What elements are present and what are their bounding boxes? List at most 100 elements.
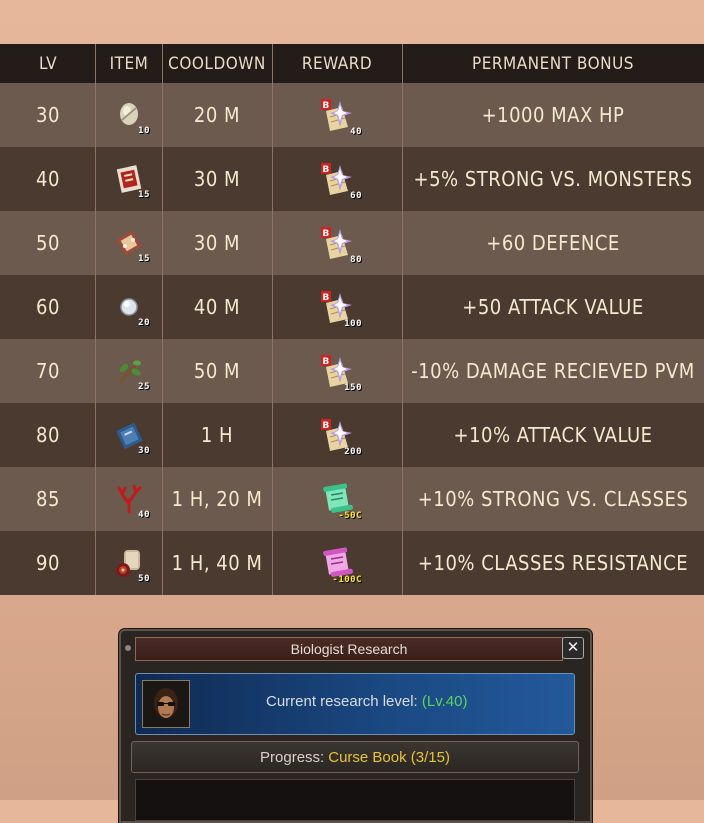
- item-cell: 10: [96, 83, 162, 147]
- svg-text:B: B: [322, 101, 329, 111]
- research-level-value: (Lv.40): [421, 693, 468, 710]
- reward-cell: -100C: [272, 531, 402, 595]
- rivet-icon: [125, 645, 131, 651]
- blue-book-icon[interactable]: 30: [112, 418, 150, 456]
- research-lower-panel: [135, 779, 575, 821]
- reward-cell: B 100: [272, 275, 402, 339]
- table-row: 90 50 1 H, 40 M -100C +10% CLASSES RESISTANC…: [0, 531, 704, 595]
- reward-cell: B 80: [272, 211, 402, 275]
- level-cell: 90: [36, 551, 60, 575]
- research-label: Current research level:: [266, 693, 418, 710]
- column-divider: [95, 44, 96, 595]
- green-scroll-icon[interactable]: -50C: [320, 481, 362, 521]
- item-quantity: 10: [138, 126, 150, 136]
- item-cell: 30: [96, 403, 162, 467]
- curse-book-icon[interactable]: 15: [112, 162, 150, 200]
- svg-text:B: B: [322, 293, 329, 303]
- reward-quantity: 80: [350, 255, 362, 265]
- avatar: [142, 680, 190, 728]
- window-title: Biologist Research: [135, 637, 563, 661]
- level-cell: 30: [36, 103, 60, 127]
- bonus-cell: -10% DAMAGE RECIEVED PVM: [411, 359, 695, 383]
- reward-quantity: 150: [344, 383, 362, 393]
- reward-quantity: -50C: [338, 511, 362, 521]
- cooldown-cell: 50 M: [193, 359, 241, 383]
- column-divider: [272, 44, 273, 595]
- level-cell: 60: [36, 295, 60, 319]
- red-coral-icon[interactable]: 40: [112, 482, 150, 520]
- bonus-scroll-icon[interactable]: B 40: [320, 97, 362, 137]
- item-cell: 20: [96, 275, 162, 339]
- header-item: ITEM: [109, 53, 149, 74]
- bonus-cell: +60 DEFENCE: [486, 231, 620, 255]
- bonus-cell: +1000 MAX HP: [481, 103, 625, 127]
- progress-label: Progress:: [260, 748, 325, 766]
- item-quantity: 25: [138, 382, 150, 392]
- item-cell: 50: [96, 531, 162, 595]
- item-quantity: 15: [138, 190, 150, 200]
- scroll-seal-icon[interactable]: 50: [112, 546, 150, 584]
- cooldown-cell: 30 M: [193, 167, 241, 191]
- item-cell: 15: [96, 147, 162, 211]
- research-info-panel: Current research level: (Lv.40): [135, 673, 575, 735]
- item-quantity: 40: [138, 510, 150, 520]
- table-row: 60 20 40 M B 100 +50 ATTACK VALUE: [0, 275, 704, 339]
- column-divider: [402, 44, 403, 595]
- bonus-cell: +10% CLASSES RESISTANCE: [417, 551, 689, 575]
- biologist-research-window: Biologist Research ✕ Current research le…: [119, 629, 592, 823]
- rewards-table: LV ITEM COOLDOWN REWARD PERMANENT BONUS …: [0, 44, 704, 595]
- item-quantity: 50: [138, 574, 150, 584]
- cooldown-cell: 30 M: [193, 231, 241, 255]
- cooldown-cell: 1 H: [200, 423, 234, 447]
- branch-icon[interactable]: 25: [112, 354, 150, 392]
- reward-quantity: 40: [350, 127, 362, 137]
- reward-quantity: 60: [350, 191, 362, 201]
- reward-cell: B 60: [272, 147, 402, 211]
- column-divider: [162, 44, 163, 595]
- bonus-scroll-icon[interactable]: B 200: [320, 417, 362, 457]
- bonus-cell: +50 ATTACK VALUE: [462, 295, 644, 319]
- table-header: LV ITEM COOLDOWN REWARD PERMANENT BONUS: [0, 44, 704, 83]
- table-row: 80 30 1 H B 200 +10% ATTACK VALUE: [0, 403, 704, 467]
- cooldown-cell: 1 H, 20 M: [171, 487, 263, 511]
- bonus-cell: +10% STRONG VS. CLASSES: [417, 487, 689, 511]
- crystal-icon[interactable]: 20: [112, 290, 150, 328]
- table-row: 70 25 50 M B 150 -10% DAMAGE RECIEVED PVM: [0, 339, 704, 403]
- svg-text:B: B: [322, 421, 329, 431]
- table-row: 40 15 30 M B 60 +5% STRONG VS. MONSTERS: [0, 147, 704, 211]
- cooldown-cell: 20 M: [193, 103, 241, 127]
- level-cell: 85: [36, 487, 60, 511]
- bonus-scroll-icon[interactable]: B 100: [320, 289, 362, 329]
- bonus-scroll-icon[interactable]: B 80: [320, 225, 362, 265]
- level-cell: 40: [36, 167, 60, 191]
- bonus-cell: +5% STRONG VS. MONSTERS: [413, 167, 693, 191]
- stone-item-icon[interactable]: 10: [112, 98, 150, 136]
- item-cell: 40: [96, 467, 162, 531]
- level-cell: 70: [36, 359, 60, 383]
- bonus-scroll-icon[interactable]: B 60: [320, 161, 362, 201]
- scroll-item-icon[interactable]: 15: [112, 226, 150, 264]
- bonus-scroll-icon[interactable]: B 150: [320, 353, 362, 393]
- table-row: 85 40 1 H, 20 M -50C +10% STRONG VS. CLASSES: [0, 467, 704, 531]
- item-cell: 15: [96, 211, 162, 275]
- reward-quantity: -100C: [332, 575, 362, 585]
- bonus-cell: +10% ATTACK VALUE: [453, 423, 653, 447]
- close-button[interactable]: ✕: [562, 637, 584, 659]
- item-cell: 25: [96, 339, 162, 403]
- cooldown-cell: 1 H, 40 M: [171, 551, 263, 575]
- svg-text:B: B: [322, 357, 329, 367]
- table-row: 30 10 20 M B 40 +1000 MAX HP: [0, 83, 704, 147]
- svg-text:B: B: [322, 229, 329, 239]
- item-quantity: 15: [138, 254, 150, 264]
- header-reward: REWARD: [301, 53, 373, 74]
- reward-cell: B 150: [272, 339, 402, 403]
- biologist-portrait-icon: [143, 681, 189, 727]
- item-quantity: 20: [138, 318, 150, 328]
- level-cell: 50: [36, 231, 60, 255]
- reward-cell: B 200: [272, 403, 402, 467]
- research-level-text: Current research level: (Lv.40): [266, 693, 467, 710]
- pink-scroll-icon[interactable]: -100C: [320, 545, 362, 585]
- header-bonus: PERMANENT BONUS: [472, 53, 634, 74]
- progress-bar: Progress: Curse Book (3/15): [131, 741, 579, 773]
- reward-quantity: 100: [344, 319, 362, 329]
